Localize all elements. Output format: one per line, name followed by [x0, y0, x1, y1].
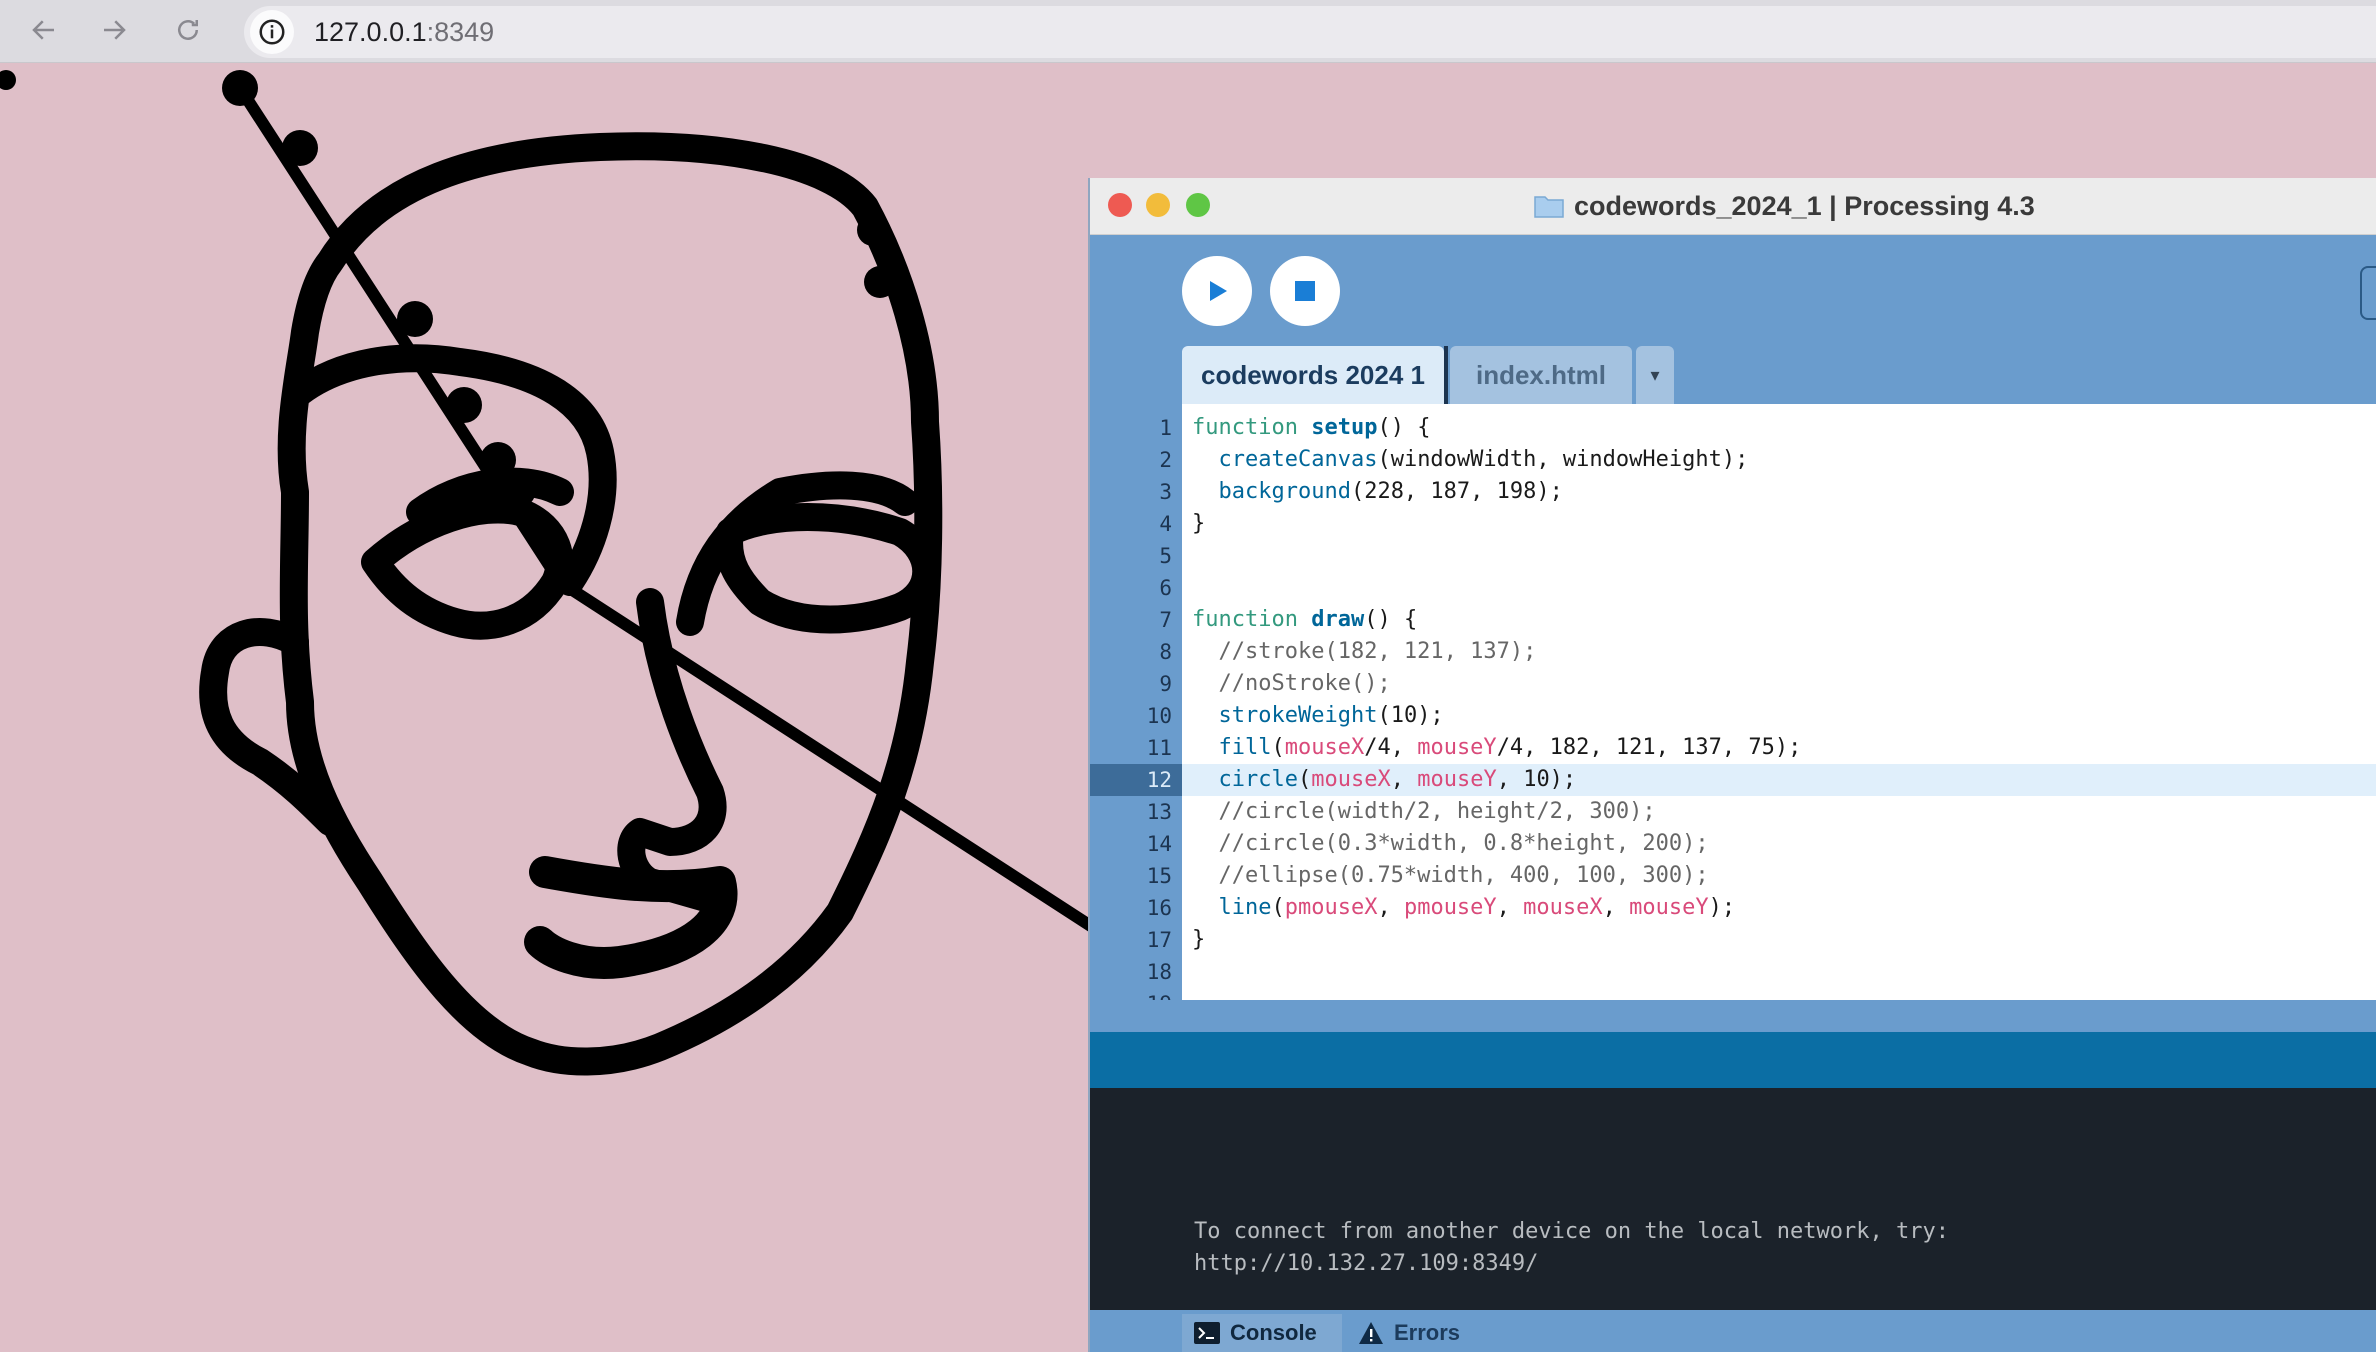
url-text: 127.0.0.1:8349: [314, 14, 494, 50]
face-outline: [277, 132, 943, 1076]
back-arrow-icon[interactable]: [22, 8, 66, 52]
code-line-text: function draw() {: [1192, 607, 1418, 632]
stop-icon: [1295, 281, 1315, 301]
console-output: To connect from another device on the lo…: [1194, 1216, 1949, 1280]
tab-index-html[interactable]: index.html: [1450, 346, 1632, 404]
code-line[interactable]: //circle(0.3*width, 0.8*height, 200);: [1182, 828, 2376, 860]
line-number: 14: [1146, 832, 1172, 856]
code-line-text: strokeWeight(10);: [1218, 703, 1444, 728]
line-number-gutter: 12345678910111213141516171819: [1090, 404, 1182, 1016]
console-line-2: http://10.132.27.109:8349/: [1194, 1251, 1539, 1276]
line-number: 18: [1146, 960, 1172, 984]
errors-tab-label: Errors: [1394, 1320, 1461, 1345]
code-line-text: //ellipse(0.75*width, 400, 100, 300);: [1218, 863, 1709, 888]
console-line-1: To connect from another device on the lo…: [1194, 1219, 1949, 1244]
browser-toolbar: 127.0.0.1:8349: [0, 0, 2376, 63]
code-line[interactable]: //stroke(182, 121, 137);: [1182, 636, 2376, 668]
line-number: 6: [1159, 576, 1172, 600]
code-line[interactable]: createCanvas(windowWidth, windowHeight);: [1182, 444, 2376, 476]
folder-icon: [1534, 196, 1564, 218]
forward-arrow-icon[interactable]: [92, 8, 136, 52]
line-number: 3: [1159, 480, 1172, 504]
status-bar: [1090, 1032, 2376, 1088]
line-number: 13: [1146, 800, 1172, 824]
line-number: 4: [1159, 512, 1172, 536]
line-number: 16: [1146, 896, 1172, 920]
code-line[interactable]: circle(mouseX, mouseY, 10);: [1182, 764, 2376, 796]
code-line[interactable]: function setup() {: [1182, 412, 2376, 444]
code-line-text: circle(mouseX, mouseY, 10);: [1218, 767, 1577, 792]
code-line-text: }: [1192, 511, 1206, 536]
right-eye: [715, 503, 941, 634]
code-line[interactable]: strokeWeight(10);: [1182, 700, 2376, 732]
code-line-text: createCanvas(windowWidth, windowHeight);: [1218, 447, 1749, 472]
line-number: 1: [1159, 416, 1172, 440]
code-line[interactable]: [1182, 572, 2376, 604]
code-line[interactable]: background(228, 187, 198);: [1182, 476, 2376, 508]
line-number: 17: [1146, 928, 1172, 952]
left-eye: [361, 495, 574, 640]
code-line-text: //noStroke();: [1218, 671, 1391, 696]
code-line[interactable]: }: [1182, 508, 2376, 540]
code-line-text: //circle(width/2, height/2, 300);: [1218, 799, 1656, 824]
close-window-button[interactable]: [1108, 193, 1132, 217]
window-title: codewords_2024_1 | Processing 4.3: [1534, 188, 2035, 224]
minimize-window-button[interactable]: [1146, 193, 1170, 217]
code-line[interactable]: fill(mouseX/4, mouseY/4, 182, 121, 137, …: [1182, 732, 2376, 764]
code-line[interactable]: [1182, 956, 2376, 988]
line-number: 8: [1159, 640, 1172, 664]
site-info-icon[interactable]: [250, 10, 294, 54]
line-number: 9: [1159, 672, 1172, 696]
code-line[interactable]: //ellipse(0.75*width, 400, 100, 300);: [1182, 860, 2376, 892]
window-title-text: codewords_2024_1 | Processing 4.3: [1574, 190, 2035, 221]
mode-selector[interactable]: [2360, 266, 2376, 320]
code-line-text: fill(mouseX/4, mouseY/4, 182, 121, 137, …: [1218, 735, 1802, 760]
url-host: 127.0.0.1: [314, 17, 427, 47]
code-line-text: function setup() {: [1192, 415, 1431, 440]
sketch-canvas[interactable]: [0, 62, 1100, 1352]
code-editor[interactable]: function setup() { createCanvas(windowWi…: [1182, 404, 2376, 1000]
code-line[interactable]: [1182, 540, 2376, 572]
line-number: 15: [1146, 864, 1172, 888]
footer-tabs: Console Errors: [1090, 1310, 2376, 1352]
console-tab-label: Console: [1230, 1320, 1317, 1345]
window-titlebar: codewords_2024_1 | Processing 4.3: [1090, 178, 2376, 235]
tab-codewords-2024-1[interactable]: codewords 2024 1: [1182, 346, 1444, 404]
tab-menu-button[interactable]: ▾: [1636, 346, 1674, 404]
tab-cursor: [1444, 346, 1448, 404]
mouth: [524, 856, 738, 979]
code-line-text: }: [1192, 927, 1206, 952]
address-bar[interactable]: 127.0.0.1:8349: [244, 6, 2376, 58]
run-button[interactable]: [1182, 256, 1252, 326]
line-number: 5: [1159, 544, 1172, 568]
code-line[interactable]: line(pmouseX, pmouseY, mouseX, mouseY);: [1182, 892, 2376, 924]
play-icon: [1210, 281, 1227, 301]
console-tab[interactable]: Console: [1182, 1314, 1342, 1352]
line-number: 12: [1146, 768, 1172, 792]
errors-tab[interactable]: Errors: [1358, 1314, 1498, 1352]
line-number: 11: [1146, 736, 1172, 760]
warning-icon: [1358, 1321, 1384, 1345]
terminal-icon: [1194, 1322, 1220, 1344]
code-line[interactable]: function draw() {: [1182, 604, 2376, 636]
line-number: 2: [1159, 448, 1172, 472]
nose: [617, 588, 734, 916]
code-line-text: //stroke(182, 121, 137);: [1218, 639, 1537, 664]
stop-button[interactable]: [1270, 256, 1340, 326]
url-port: :8349: [426, 17, 495, 47]
code-line[interactable]: [1182, 988, 2376, 1000]
zoom-window-button[interactable]: [1186, 193, 1210, 217]
code-line[interactable]: //circle(width/2, height/2, 300);: [1182, 796, 2376, 828]
code-line[interactable]: }: [1182, 924, 2376, 956]
code-line-text: line(pmouseX, pmouseY, mouseX, mouseY);: [1218, 895, 1736, 920]
console-area[interactable]: To connect from another device on the lo…: [1090, 1088, 2376, 1310]
line-number: 10: [1146, 704, 1172, 728]
code-line-text: background(228, 187, 198);: [1218, 479, 1563, 504]
code-line-text: //circle(0.3*width, 0.8*height, 200);: [1218, 831, 1709, 856]
editor-horizontal-scrollbar[interactable]: [1090, 1000, 2376, 1032]
reload-icon[interactable]: [166, 8, 210, 52]
line-number: 7: [1159, 608, 1172, 632]
code-line[interactable]: //noStroke();: [1182, 668, 2376, 700]
processing-window: codewords_2024_1 | Processing 4.3 codewo…: [1088, 178, 2376, 1352]
